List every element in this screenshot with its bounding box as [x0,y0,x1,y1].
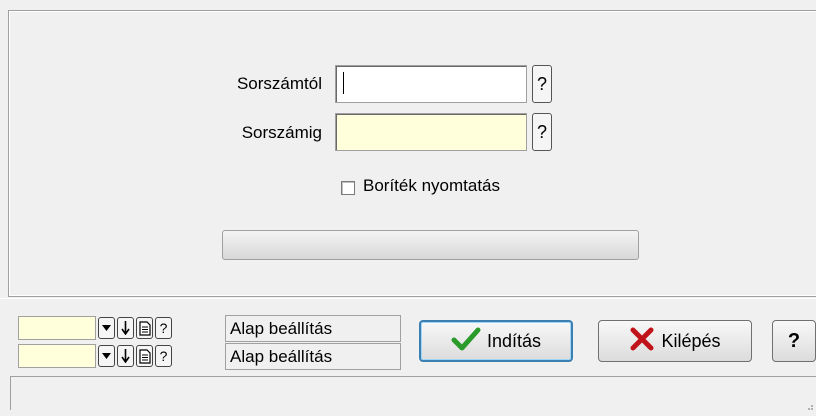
exit-button-label: Kilépés [661,330,721,351]
resize-grip-icon[interactable] [804,398,814,410]
settings-help-button[interactable]: ? [155,345,172,367]
envelope-label: Boríték nyomtatás [363,176,501,195]
from-label: Sorszámtól [236,74,322,93]
progress-bar [222,230,639,260]
dropdown-arrow-icon[interactable] [98,345,115,367]
separator [0,298,816,301]
start-button-label: Indítás [486,330,542,351]
help-button[interactable]: ? [772,320,816,362]
to-label: Sorszámig [241,123,322,142]
exit-button[interactable]: Kilépés [598,320,752,362]
arrow-down-icon[interactable] [117,345,134,367]
text-caret [343,72,344,94]
start-button[interactable]: Indítás [419,320,573,362]
help-button-label: ? [787,329,801,352]
settings-profile-label: Alap beállítás [225,315,401,342]
arrow-down-icon[interactable] [117,317,134,339]
settings-help-button[interactable]: ? [155,317,172,339]
document-icon[interactable] [136,345,153,367]
settings-code-input[interactable] [18,344,96,368]
settings-profile-label: Alap beállítás [225,343,401,370]
envelope-checkbox[interactable] [341,181,355,195]
dropdown-arrow-icon[interactable] [98,317,115,339]
to-help-button[interactable]: ? [532,113,552,151]
from-help-button[interactable]: ? [532,65,552,103]
from-input[interactable] [335,65,527,103]
to-input[interactable] [335,113,527,151]
document-icon[interactable] [136,317,153,339]
checkmark-icon [451,327,481,356]
x-mark-icon [629,327,655,356]
status-bar [10,376,816,410]
settings-code-input[interactable] [18,316,96,340]
